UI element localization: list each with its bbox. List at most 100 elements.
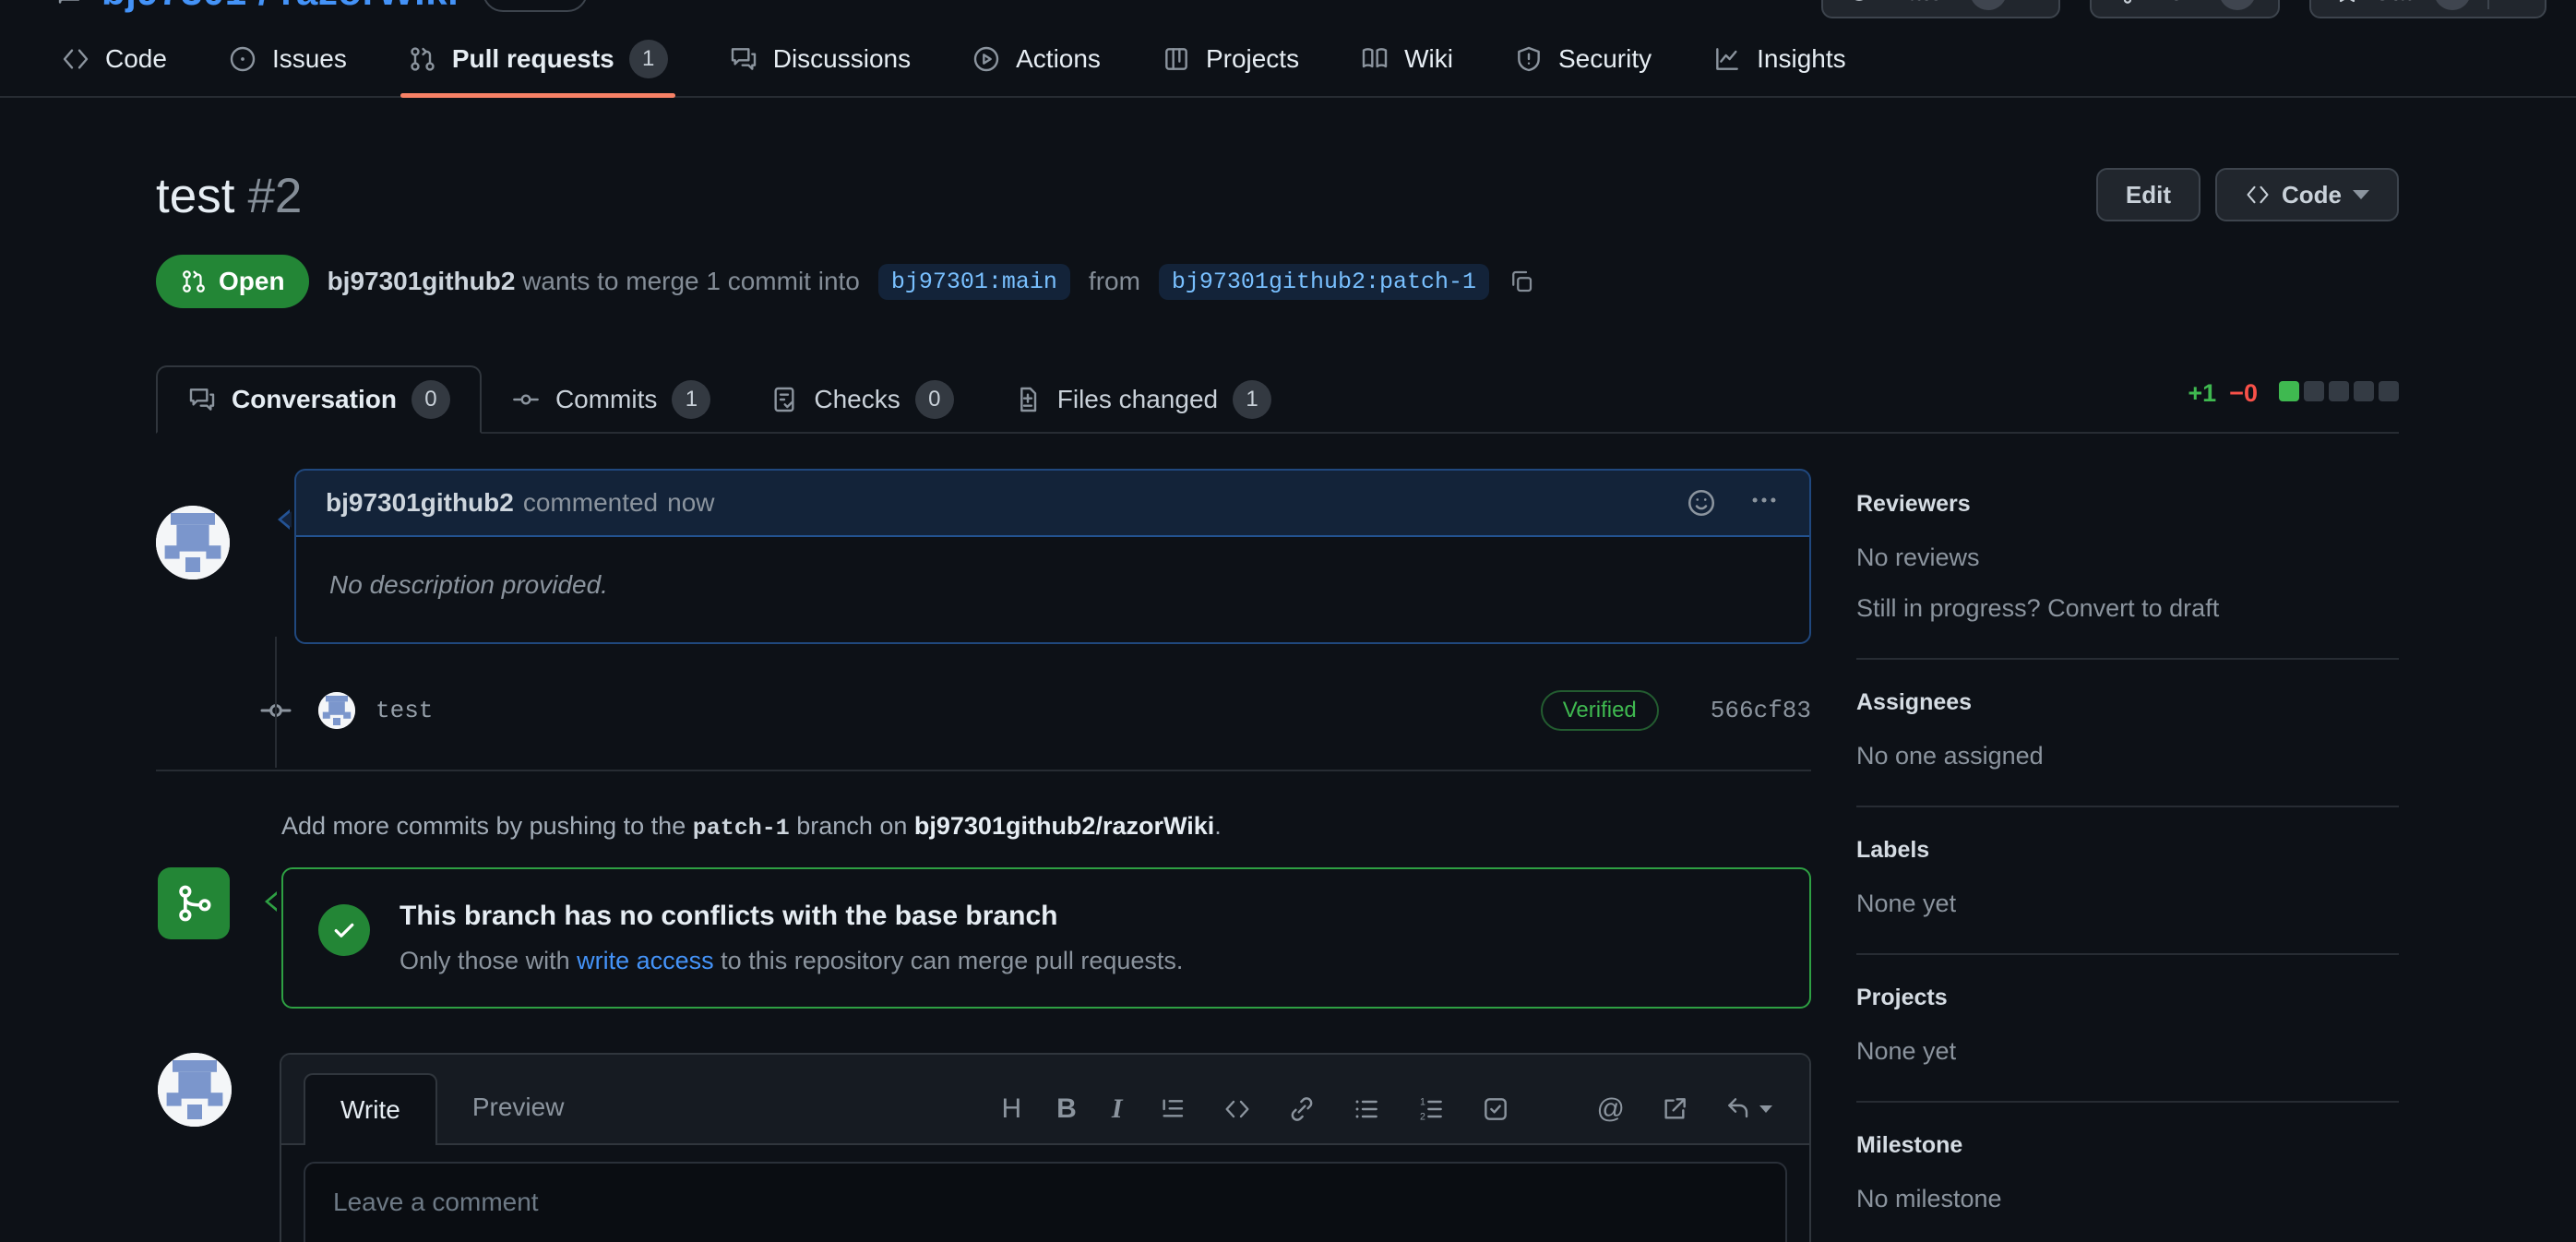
watch-count: 1: [1970, 0, 2007, 10]
italic-icon[interactable]: I: [1112, 1093, 1123, 1125]
convert-to-draft-link[interactable]: Convert to draft: [2047, 594, 2219, 622]
kebab-menu-icon[interactable]: [1748, 484, 1780, 522]
pr-sidebar: Reviewers No reviews Still in progress? …: [1856, 469, 2399, 1242]
git-commit-icon: [511, 385, 541, 414]
saved-replies-icon[interactable]: [1724, 1094, 1772, 1124]
diff-deletions: −0: [2229, 379, 2258, 408]
milestone-heading[interactable]: Milestone: [1856, 1132, 2399, 1159]
eye-icon: [1845, 0, 1873, 6]
diff-additions: +1: [2188, 379, 2216, 408]
labels-heading[interactable]: Labels: [1856, 837, 2399, 864]
mention-icon[interactable]: @: [1597, 1093, 1625, 1125]
comment-author[interactable]: bj97301github2: [326, 488, 514, 518]
merge-status-subtext: Only those with write access to this rep…: [400, 947, 1183, 975]
reviewers-empty: No reviews: [1856, 543, 2399, 572]
sidebar-section-projects: Projects None yet: [1856, 985, 2399, 1103]
pr-timeline: bj97301github2 commented now No descript…: [156, 469, 1811, 1242]
emoji-reaction-icon[interactable]: [1686, 487, 1717, 519]
repo-nav: Code Issues Pull requests 1 Discussions …: [0, 22, 2576, 98]
fork-button[interactable]: Fork 1: [2090, 0, 2280, 18]
reviewers-heading[interactable]: Reviewers: [1856, 491, 2399, 518]
tab-preview[interactable]: Preview: [437, 1071, 600, 1143]
timeline-divider: [156, 770, 1811, 771]
markdown-toolbar: H B I 12 @: [1002, 1093, 1788, 1143]
heading-icon[interactable]: H: [1002, 1093, 1022, 1125]
repo-icon: [54, 0, 85, 7]
tab-conversation[interactable]: Conversation 0: [156, 365, 482, 434]
pull-requests-count: 1: [629, 40, 668, 78]
commit-message[interactable]: test: [376, 697, 433, 724]
labels-empty: None yet: [1856, 890, 2399, 918]
write-access-link[interactable]: write access: [577, 947, 714, 974]
diff-block-neutral: [2379, 381, 2399, 401]
star-button[interactable]: Star 0: [2309, 0, 2546, 18]
merge-status-section: This branch has no conflicts with the ba…: [156, 867, 1811, 1009]
nav-tab-pull-requests[interactable]: Pull requests 1: [384, 22, 692, 96]
avatar[interactable]: [318, 692, 355, 729]
head-branch-chip[interactable]: bj97301github2:patch-1: [1159, 264, 1489, 300]
nav-tab-issues[interactable]: Issues: [204, 22, 371, 96]
checks-count: 0: [915, 380, 954, 419]
link-icon[interactable]: [1287, 1094, 1317, 1124]
pr-state-badge: Open: [156, 255, 309, 308]
projects-heading[interactable]: Projects: [1856, 985, 2399, 1011]
code-icon[interactable]: [1222, 1094, 1252, 1124]
tab-checks[interactable]: Checks 0: [740, 365, 983, 434]
comment-header: bj97301github2 commented now: [296, 471, 1809, 537]
editor-header: Write Preview H B I 12: [281, 1055, 1809, 1145]
file-diff-icon: [1013, 385, 1043, 414]
cross-reference-icon[interactable]: [1660, 1094, 1689, 1124]
nav-tab-actions[interactable]: Actions: [948, 22, 1125, 96]
commit-sha[interactable]: 566cf83: [1711, 697, 1811, 724]
comment-body: No description provided.: [296, 537, 1809, 642]
nav-tab-wiki[interactable]: Wiki: [1336, 22, 1477, 96]
nav-tab-security[interactable]: Security: [1490, 22, 1676, 96]
unordered-list-icon[interactable]: [1352, 1094, 1381, 1124]
git-merge-icon: [158, 867, 230, 939]
watch-button[interactable]: Watch 1: [1821, 0, 2060, 18]
fork-icon: [2114, 0, 2141, 6]
tab-commits[interactable]: Commits 1: [482, 365, 740, 434]
ordered-list-icon[interactable]: 12: [1416, 1094, 1446, 1124]
svg-text:2: 2: [1420, 1111, 1425, 1122]
pr-title: test#2: [156, 168, 302, 225]
comment-textarea[interactable]: [304, 1162, 1787, 1242]
edit-button[interactable]: Edit: [2096, 168, 2200, 221]
milestone-empty: No milestone: [1856, 1185, 2399, 1213]
graph-icon: [1712, 44, 1742, 74]
conversation-count: 0: [411, 380, 450, 419]
code-icon: [2245, 182, 2271, 208]
nav-tab-projects[interactable]: Projects: [1138, 22, 1323, 96]
code-dropdown-button[interactable]: Code: [2215, 168, 2399, 221]
assignees-heading[interactable]: Assignees: [1856, 689, 2399, 716]
tasklist-icon[interactable]: [1481, 1094, 1510, 1124]
nav-tab-insights[interactable]: Insights: [1688, 22, 1870, 96]
git-pull-request-icon: [408, 44, 437, 74]
pr-author[interactable]: bj97301github2: [328, 267, 516, 295]
diff-block-neutral: [2354, 381, 2374, 401]
quote-icon[interactable]: [1158, 1094, 1187, 1124]
nav-tab-code[interactable]: Code: [37, 22, 191, 96]
nav-tab-discussions[interactable]: Discussions: [705, 22, 935, 96]
comment-timestamp[interactable]: now: [667, 488, 714, 518]
merge-status-title: This branch has no conflicts with the ba…: [400, 901, 1183, 932]
avatar[interactable]: [156, 506, 230, 579]
shield-icon: [1514, 44, 1544, 74]
global-header: bj97301 / razorWiki Public Watch 1 Fork …: [0, 0, 2576, 22]
sidebar-section-milestone: Milestone No milestone: [1856, 1132, 2399, 1242]
sidebar-section-assignees: Assignees No one assigned: [1856, 689, 2399, 807]
tab-files-changed[interactable]: Files changed 1: [984, 365, 1301, 434]
chevron-down-icon: [2353, 190, 2369, 199]
comment-editor: Write Preview H B I 12: [156, 1053, 1811, 1242]
bold-icon[interactable]: B: [1056, 1093, 1077, 1125]
avatar: [158, 1053, 232, 1127]
verified-badge[interactable]: Verified: [1541, 690, 1659, 731]
timeline-line: [275, 637, 277, 768]
commit-row: test Verified 566cf83: [156, 690, 1811, 731]
star-count: 0: [2434, 0, 2471, 10]
tab-write[interactable]: Write: [304, 1073, 437, 1145]
base-branch-chip[interactable]: bj97301:main: [878, 264, 1070, 300]
repo-breadcrumb[interactable]: bj97301 / razorWiki: [101, 0, 459, 14]
files-changed-count: 1: [1233, 380, 1271, 419]
copy-icon[interactable]: [1508, 268, 1535, 295]
